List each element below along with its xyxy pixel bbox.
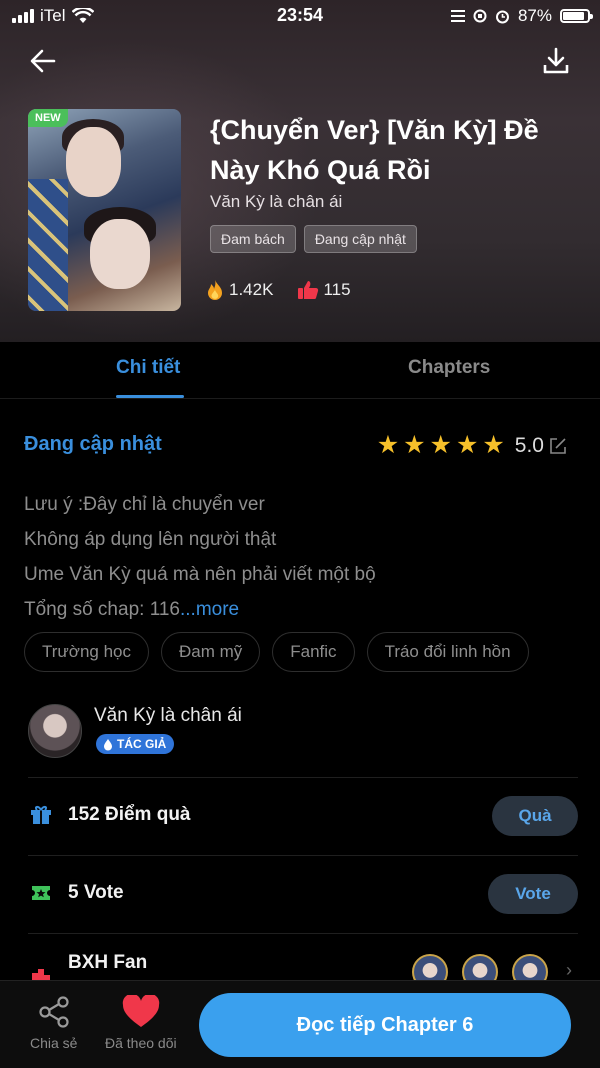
star-icon: ★ — [429, 431, 452, 459]
story-author[interactable]: Văn Kỳ là chân ái — [210, 192, 342, 212]
podium-icon — [32, 969, 50, 981]
continue-reading-button[interactable]: Đọc tiếp Chapter 6 — [199, 993, 571, 1057]
divider — [28, 777, 578, 778]
description-line: Ume Văn Kỳ quá mà nên phải viết một bộ — [24, 564, 376, 585]
fan-ranking-label: BXH Fan — [68, 952, 148, 973]
share-label: Chia sẻ — [30, 1035, 78, 1051]
status-right: 87% — [450, 6, 593, 26]
battery-icon — [560, 9, 593, 23]
heart-icon — [122, 995, 160, 1027]
fire-icon — [208, 280, 222, 300]
description: Lưu ý :Đây chỉ là chuyển ver Không áp dụ… — [24, 487, 376, 627]
story-stats: 1.42K 115 — [205, 279, 351, 301]
author-badge-label: TÁC GIẢ — [117, 737, 167, 751]
chevron-right-icon: › — [566, 960, 572, 980]
share-icon — [39, 996, 69, 1028]
likes-stat: 115 — [297, 279, 351, 301]
star-icon: ★ — [403, 431, 426, 459]
edit-icon[interactable] — [548, 436, 568, 456]
description-line: Không áp dụng lên người thật — [24, 529, 277, 550]
rating[interactable]: ★ ★ ★ ★ ★ 5.0 — [377, 433, 568, 458]
author-name: Văn Kỳ là chân ái — [94, 705, 242, 726]
author-badge: TÁC GIẢ — [96, 734, 175, 754]
update-status: Đang cập nhật — [24, 433, 162, 455]
droplet-icon — [104, 738, 112, 750]
alarm-icon — [495, 10, 509, 23]
battery-percent: 87% — [517, 6, 552, 25]
genre-chip[interactable]: Tráo đổi linh hồn — [366, 632, 529, 672]
more-link[interactable]: ...more — [180, 599, 239, 620]
thumbs-up-icon — [298, 281, 319, 299]
story-title: {Chuyển Ver} [Văn Kỳ] Đề Này Khó Quá Rồi — [210, 115, 539, 185]
share-button[interactable]: Chia sẻ — [30, 995, 77, 1051]
tab-chapters[interactable]: Chapters — [408, 357, 490, 379]
header-hero: iTel 23:54 87% NEW {Chuyển Ver} [Văn Kỳ]… — [0, 0, 600, 342]
tag-category[interactable]: Đam bách — [210, 225, 296, 253]
tag-status[interactable]: Đang cập nhật — [303, 225, 417, 253]
orientation-lock-icon — [473, 9, 487, 23]
story-tags: Đam bách Đang cập nhật — [210, 225, 417, 253]
gift-icon — [31, 806, 51, 824]
gift-points: 152 Điểm quà — [68, 804, 191, 825]
cover-image: NEW — [28, 109, 181, 311]
rating-value: 5.0 — [514, 433, 544, 457]
star-icon: ★ — [482, 431, 505, 459]
genre-list: Trường học Đam mỹ Fanfic Tráo đổi linh h… — [24, 632, 529, 672]
active-tab-indicator — [116, 395, 184, 398]
genre-chip[interactable]: Fanfic — [272, 632, 355, 672]
description-last-text: Tổng số chap: 116 — [24, 599, 180, 620]
star-icon: ★ — [376, 431, 400, 459]
views-count: 1.42K — [229, 280, 274, 299]
description-line: Tổng số chap: 116...more — [24, 592, 376, 627]
vote-button[interactable]: Vote — [488, 874, 578, 914]
status-bar: iTel 23:54 87% — [0, 0, 600, 32]
genre-chip[interactable]: Trường học — [24, 632, 149, 672]
vote-ticket-icon — [32, 886, 50, 900]
description-line: Lưu ý :Đây chỉ là chuyển ver — [24, 494, 265, 515]
new-badge: NEW — [28, 109, 68, 127]
follow-label: Đã theo dõi — [105, 1035, 177, 1051]
star-icon: ★ — [455, 431, 479, 459]
divider — [28, 855, 578, 856]
gift-row: 152 Điểm quà Quà — [28, 786, 578, 846]
genre-chip[interactable]: Đam mỹ — [160, 632, 261, 672]
tab-bar: Chi tiết Chapters — [0, 342, 600, 399]
tab-details[interactable]: Chi tiết — [116, 357, 180, 379]
vote-row: 5 Vote Vote — [28, 864, 578, 924]
avatar[interactable] — [28, 704, 82, 758]
views-stat: 1.42K — [205, 279, 273, 301]
download-icon[interactable] — [542, 46, 570, 76]
gift-button[interactable]: Quà — [492, 796, 578, 836]
follow-button[interactable]: Đã theo dõi — [105, 995, 177, 1051]
divider — [28, 933, 578, 934]
author-row[interactable]: Văn Kỳ là chân ái TÁC GIẢ — [28, 700, 578, 776]
likes-count: 115 — [323, 280, 351, 299]
list-icon — [450, 10, 465, 22]
bottom-bar: Chia sẻ Đã theo dõi Đọc tiếp Chapter 6 — [0, 980, 600, 1068]
vote-count: 5 Vote — [68, 882, 124, 903]
back-arrow-icon[interactable] — [28, 46, 58, 76]
